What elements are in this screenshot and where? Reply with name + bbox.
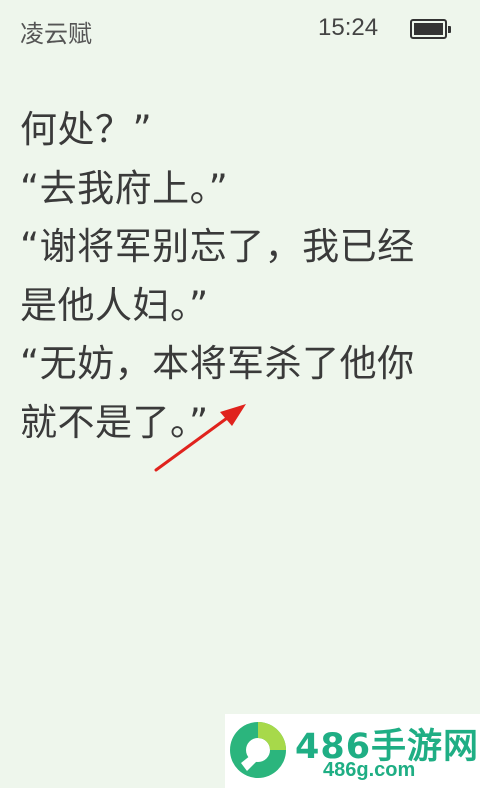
text-line: 何处？” [20, 108, 153, 151]
text-line: “去我府上。” [20, 166, 229, 210]
text-line: “无妨，本将军杀了他你 [20, 342, 415, 385]
red-arrow-icon [154, 404, 246, 472]
watermark: 486手游网 486g.com [225, 714, 480, 788]
clock: 15:24 [318, 14, 379, 41]
status-bar: 凌云赋 15:24 [0, 0, 480, 60]
battery-fill [414, 23, 443, 35]
text-line: 是他人妇。” [20, 283, 209, 327]
battery-icon [410, 19, 451, 39]
watermark-logo-icon [230, 722, 286, 778]
book-title: 凌云赋 [20, 20, 92, 48]
watermark-domain: 486g.com [323, 759, 416, 781]
battery-cap [448, 26, 451, 33]
text-line: “谢将军别忘了，我已经 [20, 225, 415, 268]
